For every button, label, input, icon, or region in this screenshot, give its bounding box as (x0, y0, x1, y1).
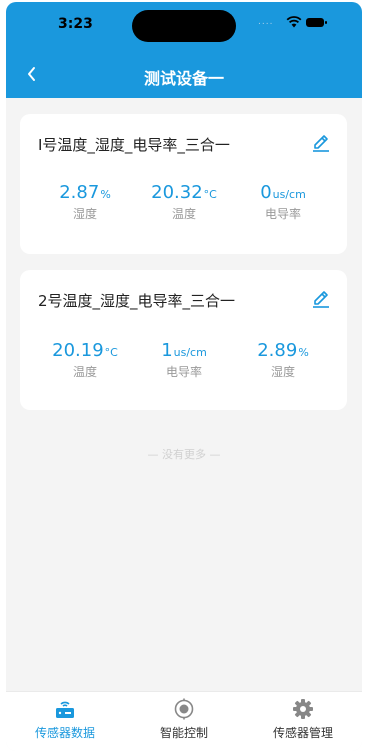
page-title: 测试设备一 (143, 69, 224, 88)
battery-icon (306, 18, 327, 27)
reading-value: 0 (260, 182, 272, 203)
reading-conductivity: 1us/cm 电导率 (134, 340, 234, 380)
sensor-card: Ⅰ号温度_湿度_电导率_三合一 2.87% 湿度 20.32°C 温度 0us/… (20, 114, 347, 254)
reading-value: 2.89 (257, 340, 298, 361)
reading-unit: % (100, 188, 111, 201)
reading-value: 20.19 (52, 340, 104, 361)
sensor-name: Ⅰ号温度_湿度_电导率_三合一 (38, 136, 230, 154)
sensor-data-icon (56, 701, 74, 718)
reading-humidity: 2.89% 湿度 (233, 340, 333, 380)
sensor-card: 2号温度_湿度_电导率_三合一 20.19°C 温度 1us/cm 电导率 2.… (20, 270, 347, 410)
tab-label: 传感器管理 (272, 726, 333, 740)
reading-label: 温度 (171, 207, 196, 221)
tab-bar: 传感器数据 智能控制 传感器管理 (6, 691, 362, 751)
reading-value: 2.87 (59, 182, 100, 203)
reading-unit: °C (203, 188, 217, 201)
smart-control-icon (174, 698, 194, 720)
status-time: 3:23 (58, 16, 93, 32)
reading-value: 1 (161, 340, 173, 361)
sensor-name: 2号温度_湿度_电导率_三合一 (38, 292, 236, 310)
no-more-text: — 没有更多 — (147, 448, 221, 461)
gear-icon (293, 699, 313, 719)
reading-temperature: 20.19°C 温度 (35, 340, 135, 380)
reading-label: 湿度 (72, 207, 97, 221)
tab-smart-control[interactable]: 智能控制 (125, 692, 243, 751)
reading-conductivity: 0us/cm 电导率 (233, 182, 333, 222)
reading-unit: °C (104, 346, 118, 359)
tab-sensor-data[interactable]: 传感器数据 (6, 692, 124, 751)
edit-icon[interactable] (310, 132, 332, 154)
tab-sensor-management[interactable]: 传感器管理 (244, 692, 362, 751)
tab-label: 传感器数据 (34, 726, 95, 740)
wifi-icon (286, 16, 302, 28)
reading-label: 电导率 (264, 207, 301, 221)
tab-label: 智能控制 (159, 726, 208, 740)
signal-icon: .... (258, 17, 274, 27)
reading-temperature: 20.32°C 温度 (134, 182, 234, 222)
reading-unit: % (298, 346, 309, 359)
navigation-header: 3:23 .... 测试设备一 (6, 2, 362, 98)
reading-unit: us/cm (173, 346, 207, 359)
reading-label: 湿度 (270, 365, 295, 379)
reading-value: 20.32 (151, 182, 203, 203)
dynamic-island (132, 10, 236, 42)
reading-unit: us/cm (272, 188, 306, 201)
edit-icon[interactable] (310, 288, 332, 310)
reading-label: 温度 (72, 365, 97, 379)
app-screen: 3:23 .... 测试设备一 Ⅰ号温度_湿度_电导率_三合一 2.87% 湿度… (6, 2, 362, 751)
reading-humidity: 2.87% 湿度 (35, 182, 135, 222)
reading-label: 电导率 (165, 365, 202, 379)
